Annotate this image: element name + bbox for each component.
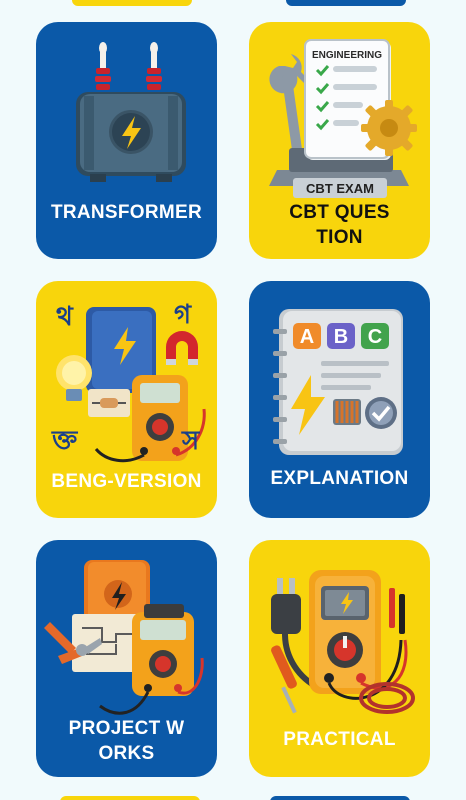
transformer-icon xyxy=(76,42,186,182)
card-label: CBT QUESTION xyxy=(289,202,390,248)
peek-card-top-right xyxy=(286,0,406,6)
cbt-exam-icon: ENGINEERING CBT EXAM xyxy=(269,39,417,198)
abc-notebook-icon: A B C xyxy=(273,309,403,455)
letter-block: A xyxy=(300,326,314,348)
cbt-exam-badge: CBT EXAM xyxy=(306,181,374,196)
peek-card-top-left xyxy=(72,0,192,6)
bengali-book-multimeter-icon: থ গ ক্ত স xyxy=(51,300,206,463)
engineering-badge: ENGINEERING xyxy=(312,50,382,61)
card-label: BENG-VERSION xyxy=(51,471,202,492)
multimeter-plug-icon xyxy=(271,570,415,714)
bengali-glyph: স xyxy=(181,426,200,456)
card-transformer[interactable]: TRANSFORMER xyxy=(36,22,217,259)
project-tools-icon xyxy=(44,560,204,715)
peek-card-bottom-left xyxy=(60,796,200,800)
card-practical[interactable]: PRACTICAL xyxy=(249,540,430,777)
card-label: PROJECT WORKS xyxy=(68,718,185,764)
card-label: TRANSFORMER xyxy=(50,202,203,223)
card-cbt-question[interactable]: ENGINEERING CBT EXAM CBT QUESTION xyxy=(249,22,430,259)
peek-card-bottom-right xyxy=(270,796,410,800)
bengali-glyph: গ xyxy=(174,300,192,330)
card-beng-version[interactable]: থ গ ক্ত স BENG-VERSION xyxy=(36,281,217,518)
letter-block: C xyxy=(368,326,382,348)
card-explanation[interactable]: A B C EXPLANATION xyxy=(249,281,430,518)
bengali-glyph: থ xyxy=(56,302,74,332)
card-label: PRACTICAL xyxy=(283,729,396,750)
card-project-works[interactable]: PROJECT WORKS xyxy=(36,540,217,777)
card-label: EXPLANATION xyxy=(270,468,409,489)
home-grid: TRANSFORMER ENGINEERING CBT EXAM CBT QUE… xyxy=(0,0,466,800)
letter-block: B xyxy=(334,326,348,348)
bengali-glyph: ক্ত xyxy=(51,426,79,456)
